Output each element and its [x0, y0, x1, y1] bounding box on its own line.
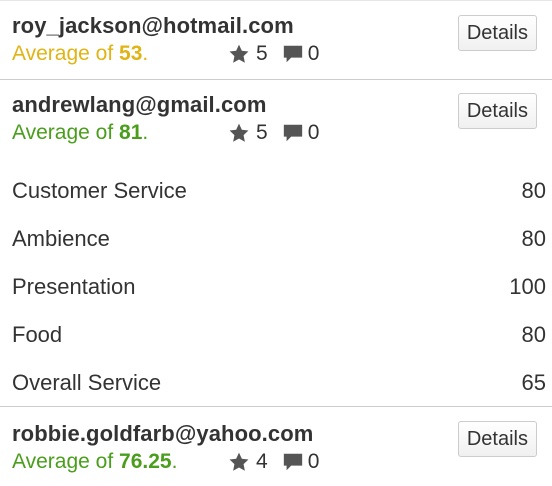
category-label: Food [12, 322, 63, 347]
category-label: Customer Service [12, 178, 187, 203]
category-row: Ambience 80 [12, 226, 546, 252]
average-suffix: . [171, 450, 178, 473]
category-row: Food 80 [12, 322, 546, 348]
category-row: Customer Service 80 [12, 178, 546, 204]
average-suffix: . [142, 121, 149, 144]
average-value: 76.25 [119, 450, 172, 473]
comment-count: 0 [307, 121, 320, 144]
review-entry: roy_jackson@hotmail.com Average of 53. 5… [0, 0, 552, 79]
review-stats: 4 0 [228, 450, 319, 474]
star-icon [229, 452, 249, 471]
details-button[interactable]: Details [457, 15, 537, 51]
details-button[interactable]: Details [457, 421, 537, 457]
category-label: Overall Service [12, 370, 162, 395]
review-entry: andrewlang@gmail.com Average of 81. 5 0 … [0, 79, 552, 406]
comment-count: 0 [307, 450, 320, 473]
reviewer-email: roy_jackson@hotmail.com [12, 13, 294, 38]
reviewer-email: andrewlang@gmail.com [12, 92, 267, 117]
star-icon [229, 44, 249, 63]
category-score: 80 [521, 226, 546, 251]
category-score: 100 [509, 274, 546, 299]
average-prefix: Average of [12, 42, 120, 65]
review-list: roy_jackson@hotmail.com Average of 53. 5… [0, 0, 552, 486]
reviewer-email: robbie.goldfarb@yahoo.com [12, 421, 314, 446]
star-count: 4 [256, 450, 268, 473]
star-count: 5 [256, 121, 268, 144]
review-entry: robbie.goldfarb@yahoo.com Average of 76.… [0, 406, 552, 486]
category-row: Presentation 100 [12, 274, 546, 300]
average-value: 53 [119, 42, 143, 65]
category-row: Overall Service 65 [12, 370, 546, 396]
average-score: Average of 81. [12, 121, 148, 145]
average-suffix: . [142, 42, 149, 65]
review-stats: 5 0 [228, 121, 319, 145]
category-score: 65 [521, 370, 546, 395]
category-label: Presentation [12, 274, 136, 299]
comment-icon [283, 45, 302, 63]
details-button[interactable]: Details [457, 93, 537, 129]
average-prefix: Average of [12, 121, 120, 144]
category-score: 80 [521, 178, 546, 203]
average-value: 81 [119, 121, 143, 144]
comment-icon [283, 453, 302, 471]
star-count: 5 [256, 42, 268, 65]
average-prefix: Average of [12, 450, 120, 473]
category-label: Ambience [12, 226, 110, 251]
review-stats: 5 0 [228, 42, 319, 66]
average-score: Average of 76.25. [12, 450, 177, 474]
comment-icon [283, 124, 302, 142]
star-icon [229, 123, 249, 142]
category-score: 80 [521, 322, 546, 347]
average-score: Average of 53. [12, 42, 148, 66]
comment-count: 0 [307, 42, 320, 65]
